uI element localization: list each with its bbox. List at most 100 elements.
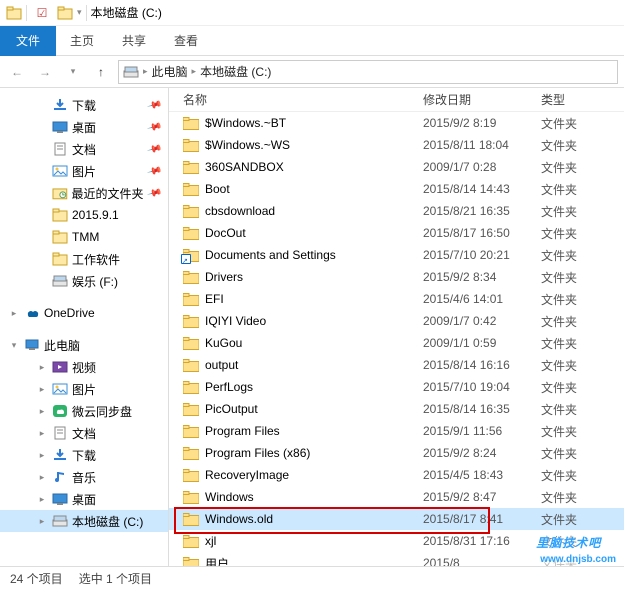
ribbon-tab-share[interactable]: 共享: [108, 26, 160, 56]
folder-icon: [183, 139, 199, 152]
sidebar-item[interactable]: 下载📌: [0, 94, 168, 116]
sidebar-item-label: OneDrive: [44, 306, 95, 320]
table-row[interactable]: 360SANDBOX2009/1/7 0:28文件夹: [169, 156, 624, 178]
table-row[interactable]: output2015/8/14 16:16文件夹: [169, 354, 624, 376]
up-button[interactable]: ↑: [90, 61, 112, 83]
sidebar-item[interactable]: ▸本地磁盘 (C:): [0, 510, 168, 532]
table-row[interactable]: Windows2015/9/2 8:47文件夹: [169, 486, 624, 508]
address-bar[interactable]: ▸ 此电脑 ▸ 本地磁盘 (C:): [118, 60, 618, 84]
ribbon-tab-view[interactable]: 查看: [160, 26, 212, 56]
sidebar-item[interactable]: ▸下载: [0, 444, 168, 466]
table-row[interactable]: PicOutput2015/8/14 16:35文件夹: [169, 398, 624, 420]
file-date: 2015/8/31 17:16: [423, 534, 541, 548]
file-name: EFI: [205, 292, 224, 306]
chevron-down-icon[interactable]: ▾: [77, 7, 82, 18]
history-button[interactable]: ▾: [62, 61, 84, 83]
ribbon-tab-file[interactable]: 文件: [0, 26, 56, 56]
desktop-icon: [52, 492, 68, 506]
file-name: $Windows.~WS: [205, 138, 290, 152]
table-row[interactable]: $Windows.~BT2015/9/2 8:19文件夹: [169, 112, 624, 134]
table-row[interactable]: Documents and Settings2015/7/10 20:21文件夹: [169, 244, 624, 266]
table-row[interactable]: RecoveryImage2015/4/5 18:43文件夹: [169, 464, 624, 486]
chevron-right-icon[interactable]: ▸: [192, 66, 197, 77]
file-date: 2015/8/14 14:43: [423, 182, 541, 196]
sidebar-item[interactable]: 工作软件: [0, 248, 168, 270]
sidebar-item[interactable]: ▾此电脑: [0, 334, 168, 356]
sidebar-item[interactable]: 娱乐 (F:): [0, 270, 168, 292]
file-type: 文件夹: [541, 489, 624, 506]
sidebar-item[interactable]: 桌面📌: [0, 116, 168, 138]
folder-icon: [52, 208, 68, 222]
table-row[interactable]: Boot2015/8/14 14:43文件夹: [169, 178, 624, 200]
table-row[interactable]: 用户2015/8文件夹: [169, 552, 624, 566]
file-type: 文件夹: [541, 247, 624, 264]
table-row[interactable]: DocOut2015/8/17 16:50文件夹: [169, 222, 624, 244]
expand-icon[interactable]: ▸: [36, 362, 48, 373]
col-name[interactable]: 名称: [169, 91, 423, 108]
drive-icon: [52, 514, 68, 528]
forward-button: →: [34, 61, 56, 83]
expand-icon[interactable]: ▸: [36, 494, 48, 505]
table-row[interactable]: $Windows.~WS2015/8/11 18:04文件夹: [169, 134, 624, 156]
table-row[interactable]: EFI2015/4/6 14:01文件夹: [169, 288, 624, 310]
table-row[interactable]: IQIYI Video2009/1/7 0:42文件夹: [169, 310, 624, 332]
status-selected: 选中 1 个项目: [79, 570, 152, 587]
sidebar-item[interactable]: ▸微云同步盘: [0, 400, 168, 422]
table-row[interactable]: Windows.old2015/8/17 8:41文件夹: [169, 508, 624, 530]
pin-icon: 📌: [146, 97, 162, 113]
folder-icon: [183, 381, 199, 394]
file-date: 2015/8/11 18:04: [423, 138, 541, 152]
table-row[interactable]: KuGou2009/1/1 0:59文件夹: [169, 332, 624, 354]
folder-icon: [183, 161, 199, 174]
expand-icon[interactable]: ▸: [36, 428, 48, 439]
file-type: 文件夹: [541, 467, 624, 484]
table-row[interactable]: cbsdownload2015/8/21 16:35文件夹: [169, 200, 624, 222]
back-button[interactable]: ←: [6, 61, 28, 83]
sidebar-item[interactable]: ▸文档: [0, 422, 168, 444]
recent-icon: [52, 186, 68, 200]
checkbox-icon[interactable]: ☑: [31, 2, 53, 24]
folder-icon: [183, 315, 199, 328]
table-row[interactable]: PerfLogs2015/7/10 19:04文件夹: [169, 376, 624, 398]
sidebar-item[interactable]: ▸视频: [0, 356, 168, 378]
ribbon-tab-home[interactable]: 主页: [56, 26, 108, 56]
sidebar-item[interactable]: ▸音乐: [0, 466, 168, 488]
table-row[interactable]: Drivers2015/9/2 8:34文件夹: [169, 266, 624, 288]
expand-icon[interactable]: ▸: [36, 384, 48, 395]
sidebar-item[interactable]: 文档📌: [0, 138, 168, 160]
col-date[interactable]: 修改日期: [423, 91, 541, 108]
expand-icon[interactable]: ▸: [36, 472, 48, 483]
sidebar-item[interactable]: TMM: [0, 226, 168, 248]
sidebar-item[interactable]: 2015.9.1: [0, 204, 168, 226]
table-row[interactable]: Program Files (x86)2015/9/2 8:24文件夹: [169, 442, 624, 464]
chevron-right-icon[interactable]: ▸: [143, 66, 148, 77]
folder-icon: [183, 557, 199, 567]
file-type: 文件夹: [541, 401, 624, 418]
expand-icon[interactable]: ▸: [36, 450, 48, 461]
folder-icon: [183, 117, 199, 130]
music-icon: [52, 470, 68, 484]
table-row[interactable]: Program Files2015/9/1 11:56文件夹: [169, 420, 624, 442]
expand-icon[interactable]: ▸: [36, 516, 48, 527]
sidebar-item[interactable]: 最近的文件夹📌: [0, 182, 168, 204]
table-row[interactable]: xjl2015/8/31 17:16文件夹: [169, 530, 624, 552]
sidebar-item-label: TMM: [72, 230, 99, 244]
file-date: 2009/1/7 0:28: [423, 160, 541, 174]
sidebar-item-label: 最近的文件夹: [72, 185, 144, 202]
file-date: 2015/8/14 16:35: [423, 402, 541, 416]
file-date: 2015/9/2 8:47: [423, 490, 541, 504]
col-type[interactable]: 类型: [541, 91, 624, 108]
expand-icon[interactable]: ▾: [8, 340, 20, 351]
main: 下载📌桌面📌文档📌图片📌最近的文件夹📌2015.9.1TMM工作软件娱乐 (F:…: [0, 88, 624, 566]
breadcrumb-current[interactable]: 本地磁盘 (C:): [200, 63, 271, 80]
folder-icon: [183, 249, 199, 262]
sidebar-item[interactable]: ▸ 桌面: [0, 488, 168, 510]
doc-icon: [52, 142, 68, 156]
breadcrumb-root[interactable]: 此电脑: [152, 63, 188, 80]
sidebar-item[interactable]: ▸ OneDrive: [0, 302, 168, 324]
expand-icon[interactable]: ▸: [36, 406, 48, 417]
sidebar-item-label: 桌面: [72, 491, 96, 508]
sidebar-item[interactable]: 图片📌: [0, 160, 168, 182]
expand-icon[interactable]: ▸: [8, 308, 20, 319]
sidebar-item[interactable]: ▸图片: [0, 378, 168, 400]
